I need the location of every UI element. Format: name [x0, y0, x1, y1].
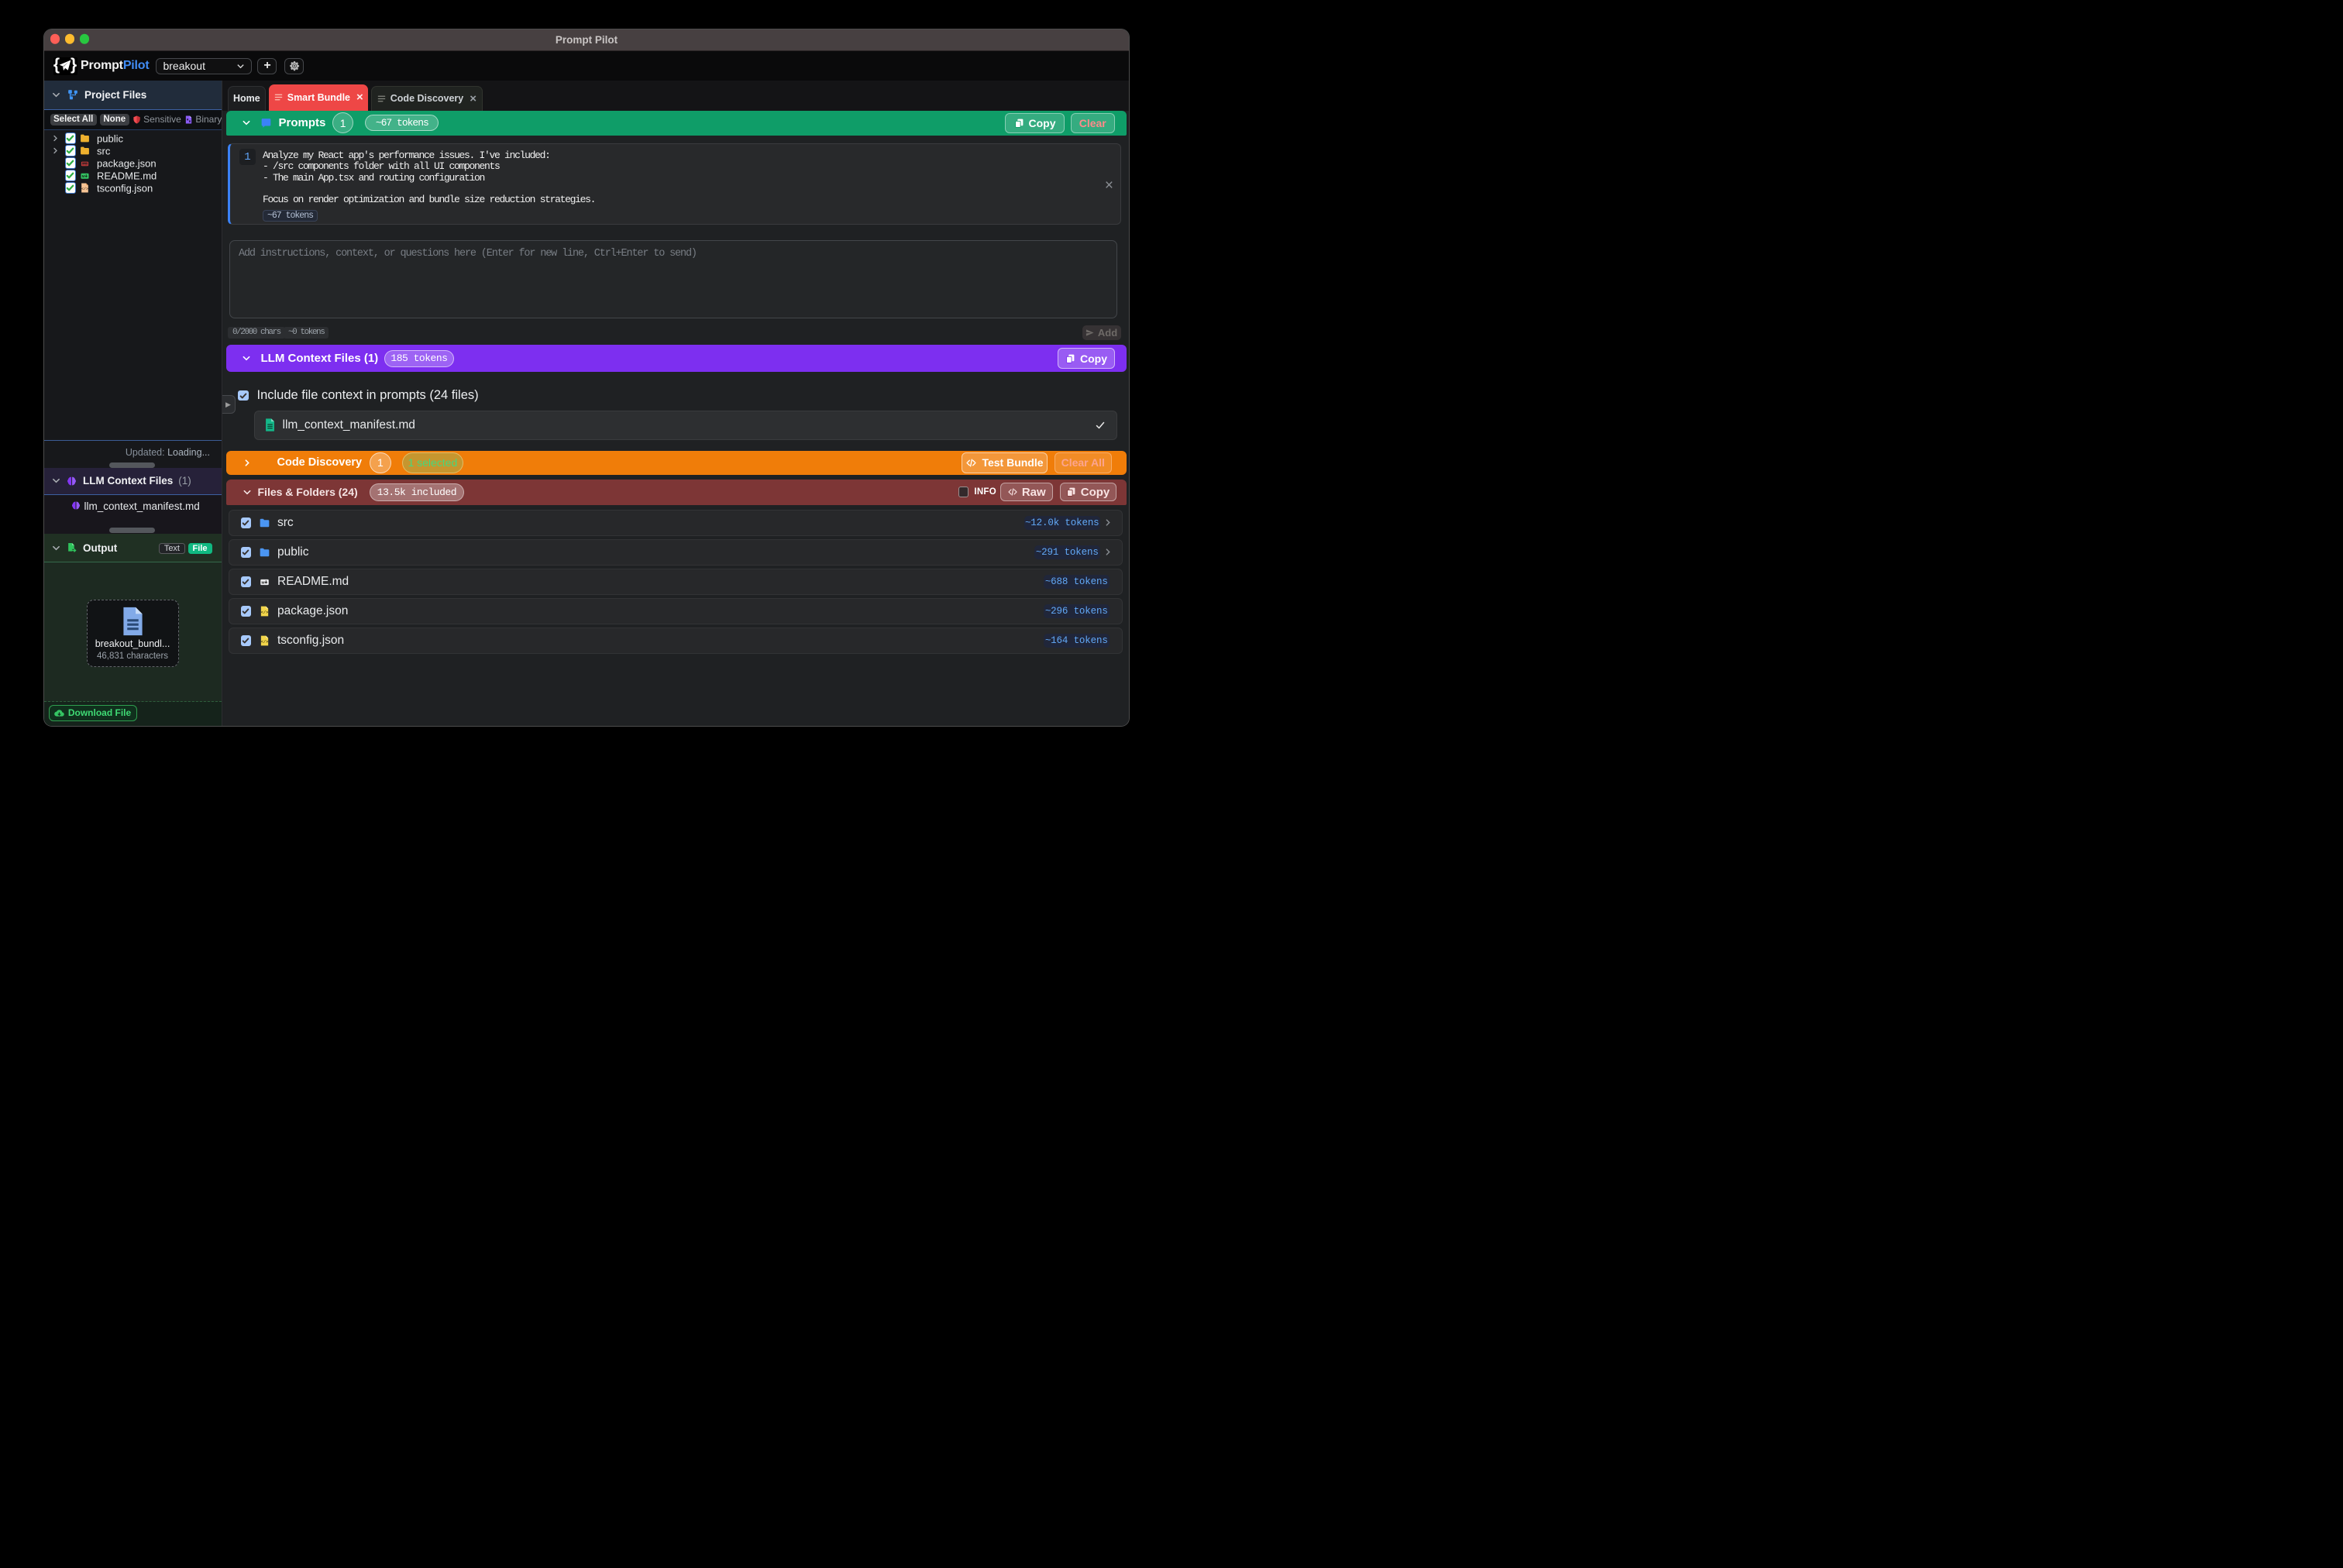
svg-text:</>: </>	[261, 640, 268, 645]
svg-text:</>: </>	[261, 610, 268, 615]
svg-text:M: M	[261, 581, 264, 586]
svg-text:npm: npm	[82, 163, 88, 166]
svg-text:</>: </>	[81, 187, 88, 191]
svg-text:M: M	[82, 174, 85, 178]
